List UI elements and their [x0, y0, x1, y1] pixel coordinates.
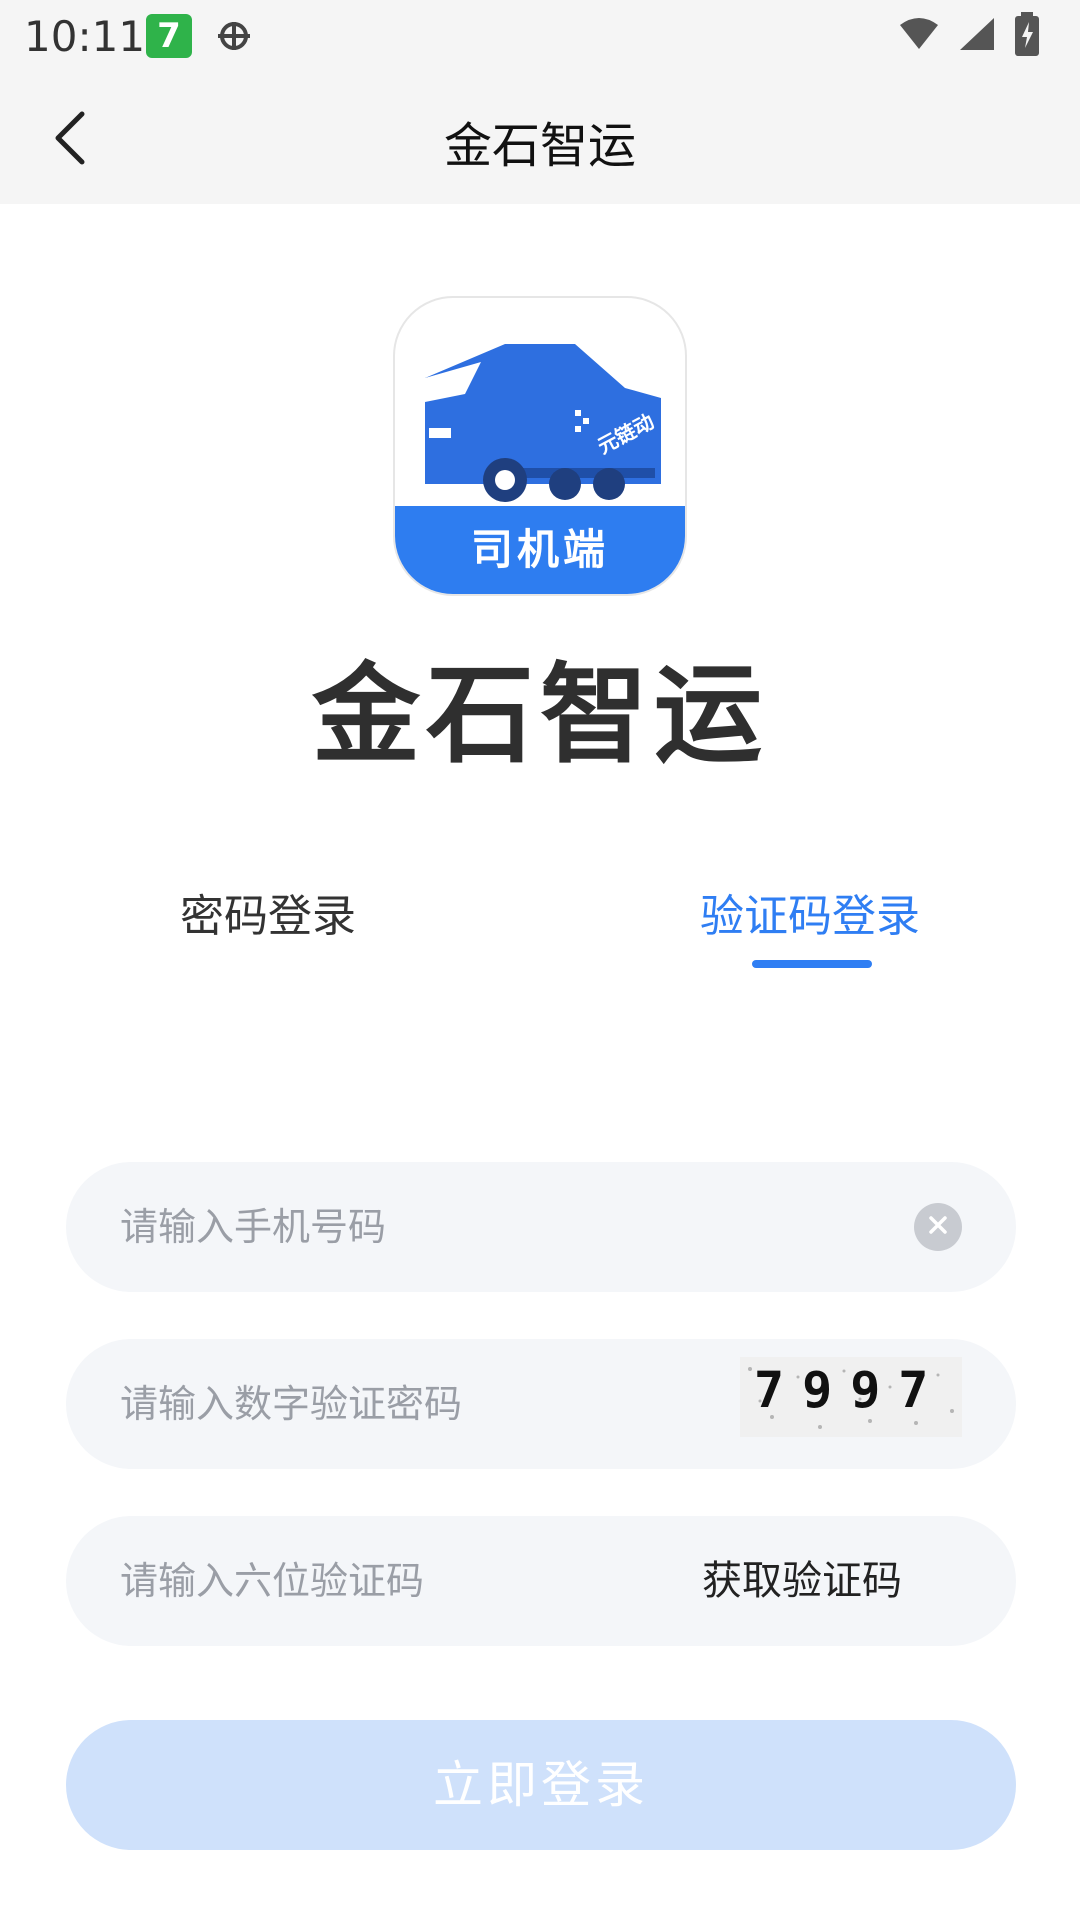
captcha-input[interactable]: [120, 1339, 720, 1469]
brand-name: 金石智运: [311, 653, 768, 778]
phone-input[interactable]: [120, 1162, 720, 1292]
clear-phone-button[interactable]: [914, 1203, 962, 1251]
app-notification-badge: 7: [146, 14, 192, 58]
status-bar: 10:11 7: [0, 0, 1080, 78]
tab-password-login[interactable]: 密码登录: [180, 880, 356, 944]
wifi-icon: [898, 17, 940, 55]
captcha-text: 7997: [754, 1361, 947, 1419]
app-bar: 金石智运: [0, 78, 1080, 204]
phone-field: [66, 1162, 1016, 1292]
page-title: 金石智运: [443, 118, 636, 174]
sms-code-input[interactable]: [120, 1516, 720, 1646]
captcha-field: 7997: [66, 1339, 1016, 1469]
close-icon: [926, 1213, 950, 1241]
login-button[interactable]: 立即登录: [66, 1720, 1016, 1850]
battery-charging-icon: [1014, 12, 1040, 60]
bug-icon: [210, 14, 258, 58]
logo-banner: 司机端: [395, 506, 685, 594]
app-logo: 元链动 司机端: [393, 296, 687, 596]
sms-code-field: 获取验证码: [66, 1516, 1016, 1646]
get-code-button[interactable]: 获取验证码: [702, 1516, 902, 1646]
status-time: 10:11: [24, 12, 146, 61]
tab-sms-login[interactable]: 验证码登录: [700, 880, 920, 944]
captcha-image[interactable]: 7997: [740, 1357, 962, 1437]
truck-icon: [425, 344, 661, 502]
active-tab-indicator: [752, 960, 872, 968]
signal-icon: [958, 16, 996, 56]
